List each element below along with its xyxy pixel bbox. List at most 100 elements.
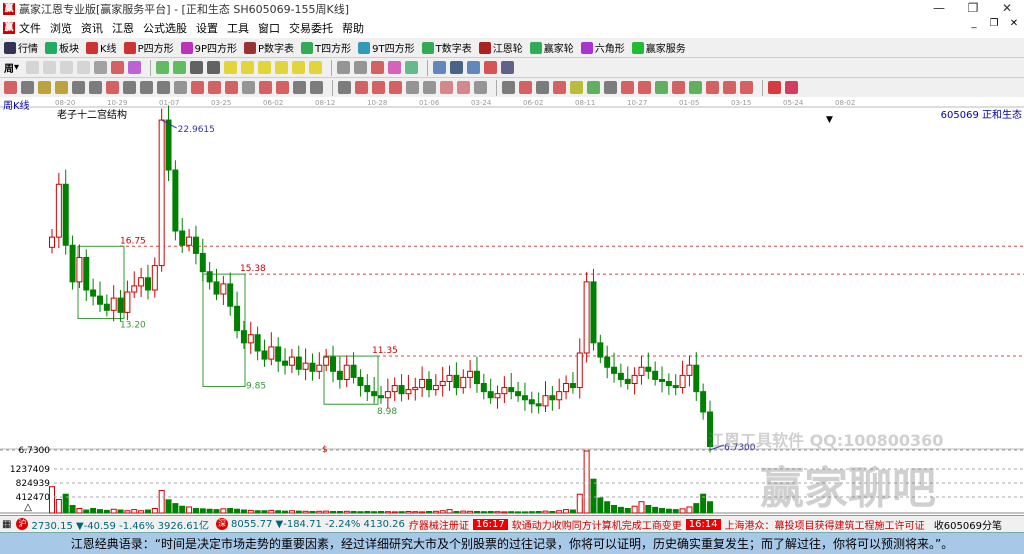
menu-item[interactable]: 交易委托 <box>289 20 333 36</box>
tool-icon[interactable] <box>293 81 306 94</box>
tool-icon[interactable] <box>389 81 402 94</box>
tool-icon[interactable] <box>388 61 402 74</box>
tool-icon[interactable] <box>604 81 617 94</box>
tool-icon[interactable] <box>38 81 51 94</box>
menu-item[interactable]: 工具 <box>227 20 249 36</box>
tool-icon[interactable] <box>94 61 108 74</box>
toolbar-button[interactable]: 赢家服务 <box>631 40 686 55</box>
news-item[interactable]: 疗器械注册证 <box>409 517 469 532</box>
menu-item[interactable]: 窗口 <box>258 20 280 36</box>
period-select[interactable]: 周 ▾ <box>4 60 19 75</box>
toolbar-button[interactable]: 六角形 <box>580 40 625 55</box>
tool-icon[interactable] <box>89 81 102 94</box>
tool-icon[interactable] <box>440 81 453 94</box>
menu-item[interactable]: 帮助 <box>342 20 364 36</box>
toolbar-button[interactable]: 行情 <box>4 40 38 55</box>
tool-icon[interactable] <box>173 61 187 74</box>
tool-icon[interactable] <box>259 81 272 94</box>
tool-icon[interactable] <box>242 81 255 94</box>
tool-icon[interactable] <box>207 61 221 74</box>
toolbar-button[interactable]: 板块 <box>45 40 79 55</box>
tool-icon[interactable] <box>276 81 289 94</box>
mdi-close-button[interactable]: ✕ <box>1004 18 1024 29</box>
tool-icon[interactable] <box>372 81 385 94</box>
menu-item[interactable]: 设置 <box>196 20 218 36</box>
tool-icon[interactable] <box>174 81 187 94</box>
tool-icon[interactable] <box>423 81 436 94</box>
tool-icon[interactable] <box>536 81 549 94</box>
tool-icon[interactable] <box>190 61 204 74</box>
tool-icon[interactable] <box>570 81 583 94</box>
sh-index[interactable]: 2730.15 ▼-40.59 -1.46% 3926.61亿 <box>31 517 209 532</box>
tool-icon[interactable] <box>292 61 306 74</box>
mdi-minimize-button[interactable]: _ <box>964 18 984 29</box>
tool-icon[interactable] <box>371 61 385 74</box>
tool-icon[interactable] <box>157 81 170 94</box>
grid-icon[interactable]: ▦ <box>2 519 11 530</box>
tool-icon[interactable] <box>338 81 351 94</box>
close-button[interactable]: ✕ <box>990 0 1024 16</box>
tool-icon[interactable] <box>140 81 153 94</box>
tool-icon[interactable] <box>553 81 566 94</box>
tool-icon[interactable] <box>241 61 255 74</box>
toolbar-button[interactable]: 9T四方形 <box>358 40 415 55</box>
menu-item[interactable]: 浏览 <box>50 20 72 36</box>
tool-icon[interactable] <box>405 61 419 74</box>
tool-icon[interactable] <box>310 81 323 94</box>
toolbar-button[interactable]: 赢家轮 <box>529 40 574 55</box>
menu-item[interactable]: 公式选股 <box>143 20 187 36</box>
tool-icon[interactable] <box>638 81 651 94</box>
tool-icon[interactable] <box>123 81 136 94</box>
toolbar-button[interactable]: P四方形 <box>123 40 174 55</box>
news-item[interactable]: 上海港众：幕投项目获得建筑工程施工许可证 <box>725 517 925 532</box>
tool-icon[interactable] <box>355 81 368 94</box>
tool-icon[interactable] <box>60 61 74 74</box>
tool-icon[interactable] <box>474 81 487 94</box>
tool-icon[interactable] <box>156 61 170 74</box>
tool-icon[interactable] <box>208 81 221 94</box>
tool-icon[interactable] <box>275 61 289 74</box>
tool-icon[interactable] <box>706 81 719 94</box>
tool-icon[interactable] <box>672 81 685 94</box>
tool-icon[interactable] <box>457 81 470 94</box>
tool-icon[interactable] <box>467 61 481 74</box>
tool-icon[interactable] <box>785 81 798 94</box>
tool-icon[interactable] <box>43 61 57 74</box>
tool-icon[interactable] <box>337 61 351 74</box>
tool-icon[interactable] <box>224 61 238 74</box>
tool-icon[interactable] <box>450 61 464 74</box>
toolbar-button[interactable]: K线 <box>86 40 117 55</box>
tick-detail-label[interactable]: 收605069分笔 <box>934 517 1002 532</box>
tool-icon[interactable] <box>621 81 634 94</box>
mdi-restore-button[interactable]: ❐ <box>984 18 1004 29</box>
tool-icon[interactable] <box>21 81 34 94</box>
tool-icon[interactable] <box>768 81 781 94</box>
tool-icon[interactable] <box>484 61 498 74</box>
sz-index[interactable]: 8055.77 ▼-184.71 -2.24% 4130.26 <box>231 519 405 530</box>
toolbar-button[interactable]: T四方形 <box>301 40 351 55</box>
tool-icon[interactable] <box>502 81 515 94</box>
tool-icon[interactable] <box>55 81 68 94</box>
tool-icon[interactable] <box>354 61 368 74</box>
minimize-button[interactable]: — <box>922 0 956 16</box>
menu-item[interactable]: 文件 <box>19 20 41 36</box>
maximize-button[interactable]: ❐ <box>956 0 990 16</box>
menu-item[interactable]: 资讯 <box>81 20 103 36</box>
tool-icon[interactable] <box>406 81 419 94</box>
menu-item[interactable]: 江恩 <box>112 20 134 36</box>
tool-icon[interactable] <box>309 61 323 74</box>
news-item[interactable]: 软通动力收购同方计算机完成工商变更 <box>512 517 682 532</box>
tool-icon[interactable] <box>225 81 238 94</box>
toolbar-button[interactable]: 9P四方形 <box>180 40 237 55</box>
tool-icon[interactable] <box>501 61 515 74</box>
tool-icon[interactable] <box>4 81 17 94</box>
tool-icon[interactable] <box>77 61 91 74</box>
tool-icon[interactable] <box>26 61 40 74</box>
tool-icon[interactable] <box>258 61 272 74</box>
tool-icon[interactable] <box>111 61 125 74</box>
tool-icon[interactable] <box>191 81 204 94</box>
tool-icon[interactable] <box>433 61 447 74</box>
tool-icon[interactable] <box>723 81 736 94</box>
tool-icon[interactable] <box>655 81 668 94</box>
toolbar-button[interactable]: T数字表 <box>421 40 472 55</box>
